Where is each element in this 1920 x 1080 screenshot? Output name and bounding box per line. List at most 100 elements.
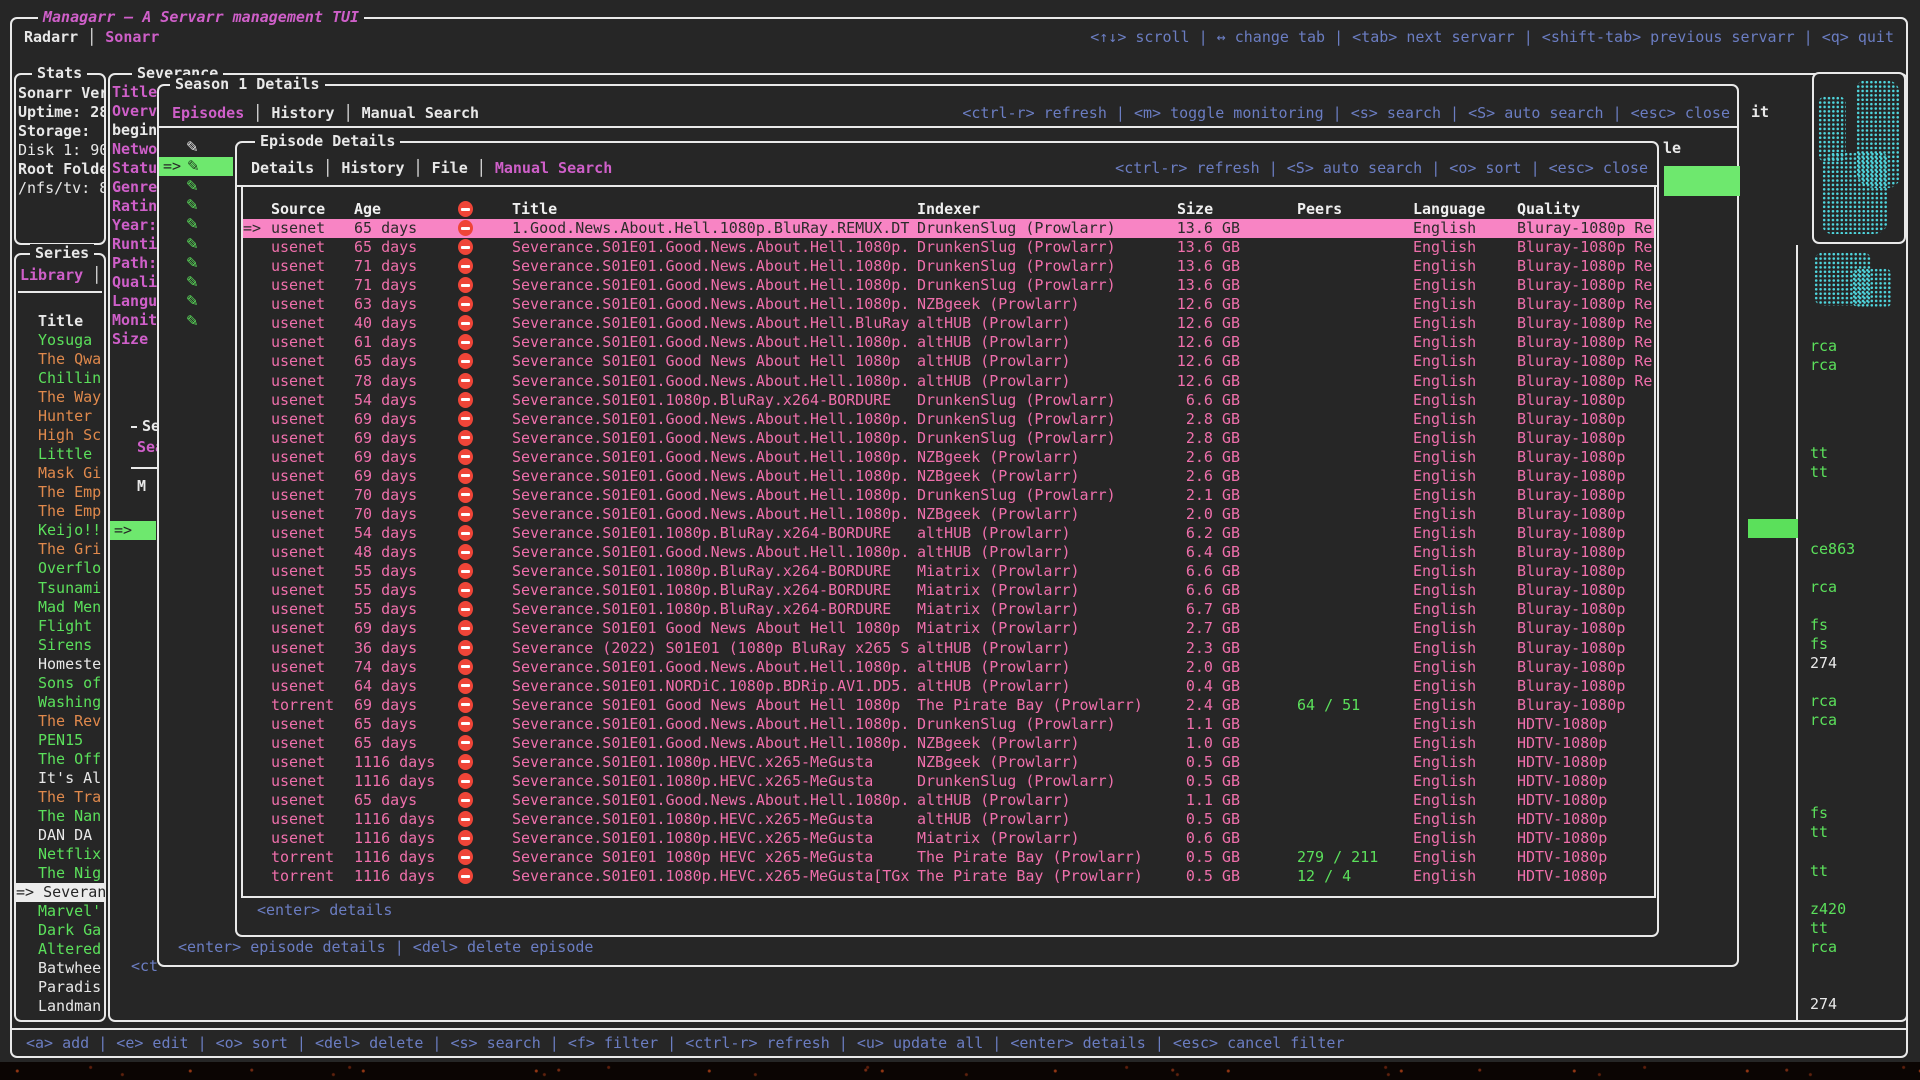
release-row[interactable]: usenet55 daysSeverance.S01E01.1080p.BluR… bbox=[243, 562, 1654, 581]
selected-season-row[interactable]: => bbox=[110, 521, 156, 540]
release-row[interactable]: usenet69 daysSeverance S01E01 Good News … bbox=[243, 619, 1654, 638]
monitored-pencil-icon[interactable]: ✎ bbox=[186, 312, 199, 331]
series-row[interactable]: The Nig bbox=[38, 864, 104, 883]
monitored-pencil-icon[interactable]: ✎ bbox=[187, 157, 200, 176]
release-title: Severance.S01E01.NORDiC.1080p.BDRip.AV1.… bbox=[512, 677, 909, 696]
series-row[interactable]: Landman bbox=[38, 997, 104, 1016]
series-row[interactable]: The Qwa bbox=[38, 350, 104, 369]
series-row[interactable]: Batwhee bbox=[38, 959, 104, 978]
series-row[interactable]: Dark Ga bbox=[38, 921, 104, 940]
monitored-pencil-icon[interactable]: ✎ bbox=[186, 138, 199, 157]
release-row[interactable]: usenet40 daysSeverance.S01E01.Good.News.… bbox=[243, 314, 1654, 333]
series-row[interactable]: The Rev bbox=[38, 712, 104, 731]
monitored-pencil-icon[interactable]: ✎ bbox=[186, 273, 199, 292]
release-row[interactable]: usenet69 daysSeverance.S01E01.Good.News.… bbox=[243, 410, 1654, 429]
release-row[interactable]: usenet1116 daysSeverance.S01E01.1080p.HE… bbox=[243, 810, 1654, 829]
series-row[interactable]: Flight bbox=[38, 617, 104, 636]
release-age: 36 days bbox=[354, 639, 417, 658]
tab-sonarr[interactable]: Sonarr bbox=[105, 28, 159, 46]
release-row[interactable]: usenet64 daysSeverance.S01E01.NORDiC.108… bbox=[243, 677, 1654, 696]
release-row[interactable]: usenet55 daysSeverance.S01E01.1080p.BluR… bbox=[243, 581, 1654, 600]
release-title: Severance.S01E01.1080p.HEVC.x265-MeGusta… bbox=[512, 867, 909, 886]
release-row[interactable]: usenet74 daysSeverance.S01E01.Good.News.… bbox=[243, 658, 1654, 677]
rejected-icon bbox=[458, 639, 473, 658]
tab-radarr[interactable]: Radarr bbox=[24, 28, 78, 46]
release-row[interactable]: =>usenet65 days1.Good.News.About.Hell.10… bbox=[243, 219, 1654, 238]
monitored-pencil-icon[interactable]: ✎ bbox=[186, 215, 199, 234]
release-row[interactable]: usenet69 daysSeverance.S01E01.Good.News.… bbox=[243, 429, 1654, 448]
release-age: 71 days bbox=[354, 257, 417, 276]
release-row[interactable]: usenet71 daysSeverance.S01E01.Good.News.… bbox=[243, 257, 1654, 276]
release-quality: Bluray-1080p bbox=[1517, 581, 1654, 600]
series-row[interactable]: Mask Gi bbox=[38, 464, 104, 483]
release-row[interactable]: usenet61 daysSeverance.S01E01.Good.News.… bbox=[243, 333, 1654, 352]
release-row[interactable]: usenet70 daysSeverance.S01E01.Good.News.… bbox=[243, 505, 1654, 524]
series-row[interactable]: Paradis bbox=[38, 978, 104, 997]
series-row[interactable]: Sirens bbox=[38, 636, 104, 655]
episode-tab-details[interactable]: Details bbox=[251, 159, 314, 177]
series-row[interactable]: The Tra bbox=[38, 788, 104, 807]
season-tab-history[interactable]: History bbox=[271, 104, 334, 122]
release-row[interactable]: usenet48 daysSeverance.S01E01.Good.News.… bbox=[243, 543, 1654, 562]
series-row[interactable]: Homeste bbox=[38, 655, 104, 674]
release-row[interactable]: usenet54 daysSeverance.S01E01.1080p.BluR… bbox=[243, 524, 1654, 543]
series-row[interactable]: DAN DA bbox=[38, 826, 104, 845]
series-row[interactable]: The Emp bbox=[38, 483, 104, 502]
series-row[interactable]: Overflo bbox=[38, 559, 104, 578]
series-row[interactable]: It's Al bbox=[38, 769, 104, 788]
release-language: English bbox=[1413, 238, 1476, 257]
series-row[interactable]: PEN15 bbox=[38, 731, 104, 750]
series-row-selected[interactable]: => Severan bbox=[16, 883, 104, 902]
episode-tab-file[interactable]: File bbox=[432, 159, 468, 177]
monitored-pencil-icon[interactable]: ✎ bbox=[186, 235, 199, 254]
series-row[interactable]: The Gri bbox=[38, 540, 104, 559]
release-row[interactable]: usenet65 daysSeverance S01E01 Good News … bbox=[243, 352, 1654, 371]
series-row[interactable]: Hunter bbox=[38, 407, 104, 426]
release-row[interactable]: usenet70 daysSeverance.S01E01.Good.News.… bbox=[243, 486, 1654, 505]
release-row[interactable]: usenet55 daysSeverance.S01E01.1080p.BluR… bbox=[243, 600, 1654, 619]
series-row[interactable]: The Emp bbox=[38, 502, 104, 521]
release-row[interactable]: usenet71 daysSeverance.S01E01.Good.News.… bbox=[243, 276, 1654, 295]
release-row[interactable]: usenet63 daysSeverance.S01E01.Good.News.… bbox=[243, 295, 1654, 314]
series-row[interactable]: The Off bbox=[38, 750, 104, 769]
series-row[interactable]: Tsunami bbox=[38, 579, 104, 598]
monitored-pencil-icon[interactable]: ✎ bbox=[186, 196, 199, 215]
monitored-pencil-icon[interactable]: ✎ bbox=[186, 292, 199, 311]
episode-tab-manual-search[interactable]: Manual Search bbox=[495, 159, 612, 177]
series-row[interactable]: Yosuga bbox=[38, 331, 104, 350]
episode-tab-history[interactable]: History bbox=[341, 159, 404, 177]
series-row[interactable]: Mad Men bbox=[38, 598, 104, 617]
release-row[interactable]: usenet65 daysSeverance.S01E01.Good.News.… bbox=[243, 734, 1654, 753]
release-row[interactable]: usenet54 daysSeverance.S01E01.1080p.BluR… bbox=[243, 391, 1654, 410]
release-row[interactable]: usenet78 daysSeverance.S01E01.Good.News.… bbox=[243, 372, 1654, 391]
release-row[interactable]: usenet1116 daysSeverance.S01E01.1080p.HE… bbox=[243, 772, 1654, 791]
release-row[interactable]: torrent69 daysSeverance S01E01 Good News… bbox=[243, 696, 1654, 715]
series-row[interactable]: High Sc bbox=[38, 426, 104, 445]
selected-episode-row[interactable]: =>✎ bbox=[159, 157, 233, 176]
release-row[interactable]: usenet65 daysSeverance.S01E01.Good.News.… bbox=[243, 238, 1654, 257]
series-row[interactable]: Marvel' bbox=[38, 902, 104, 921]
season-tab-manual-search[interactable]: Manual Search bbox=[362, 104, 479, 122]
release-row[interactable]: usenet1116 daysSeverance.S01E01.1080p.HE… bbox=[243, 829, 1654, 848]
series-row[interactable]: Little bbox=[38, 445, 104, 464]
release-row[interactable]: usenet1116 daysSeverance.S01E01.1080p.HE… bbox=[243, 753, 1654, 772]
release-row[interactable]: usenet69 daysSeverance.S01E01.Good.News.… bbox=[243, 467, 1654, 486]
monitored-pencil-icon[interactable]: ✎ bbox=[186, 177, 199, 196]
series-row[interactable]: Chillin bbox=[38, 369, 104, 388]
series-row[interactable]: Sons of bbox=[38, 674, 104, 693]
release-row[interactable]: torrent1116 daysSeverance.S01E01.1080p.H… bbox=[243, 867, 1654, 886]
release-row[interactable]: usenet65 daysSeverance.S01E01.Good.News.… bbox=[243, 715, 1654, 734]
series-row[interactable]: The Nan bbox=[38, 807, 104, 826]
release-row[interactable]: usenet69 daysSeverance.S01E01.Good.News.… bbox=[243, 448, 1654, 467]
season-tab-episodes[interactable]: Episodes bbox=[172, 104, 244, 122]
series-row[interactable]: Altered bbox=[38, 940, 104, 959]
series-row[interactable]: Keijo!! bbox=[38, 521, 104, 540]
release-row[interactable]: torrent1116 daysSeverance S01E01 1080p H… bbox=[243, 848, 1654, 867]
release-row[interactable]: usenet36 daysSeverance (2022) S01E01 (10… bbox=[243, 639, 1654, 658]
series-row[interactable]: The Way bbox=[38, 388, 104, 407]
series-tab-library[interactable]: Library │ bbox=[20, 266, 101, 285]
monitored-pencil-icon[interactable]: ✎ bbox=[186, 254, 199, 273]
release-row[interactable]: usenet65 daysSeverance.S01E01.Good.News.… bbox=[243, 791, 1654, 810]
series-row[interactable]: Washing bbox=[38, 693, 104, 712]
series-row[interactable]: Netflix bbox=[38, 845, 104, 864]
